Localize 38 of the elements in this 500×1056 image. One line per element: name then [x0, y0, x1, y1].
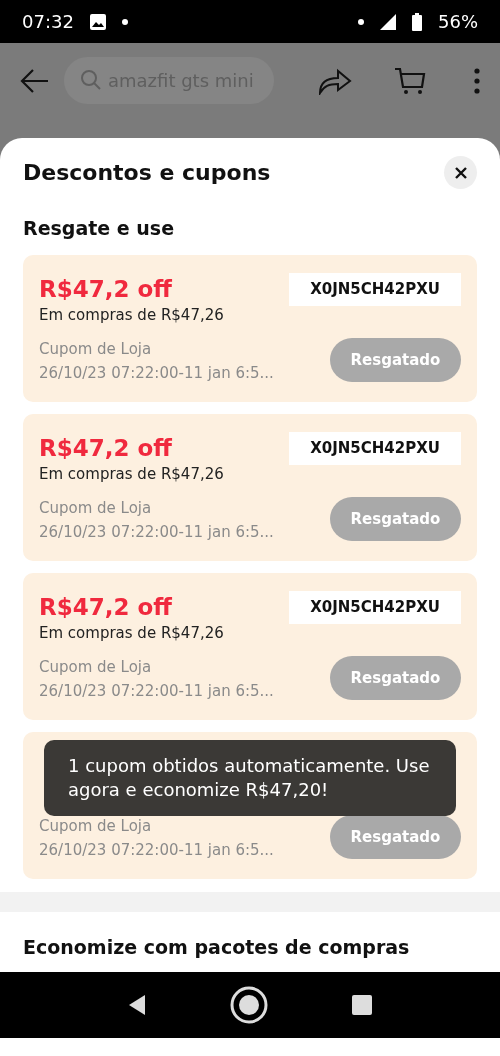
- coupon-type: Cupom de Loja: [39, 340, 153, 358]
- coupon-type: Cupom de Loja: [39, 658, 153, 676]
- battery-percentage: 56%: [438, 11, 478, 32]
- coupon-discount: R$47,2 off: [39, 594, 172, 620]
- coupon-code: X0JN5CH42PXU: [289, 272, 461, 306]
- search-icon: [80, 69, 102, 91]
- sheet-title: Descontos e cupons: [23, 160, 271, 185]
- share-arrow-icon[interactable]: [318, 66, 352, 95]
- coupon-validity: 26/10/23 07:22:00-11 jan 6:5...: [39, 682, 274, 700]
- toast-message: 1 cupom obtidos automaticamente. Use agora e economize R$47,20!: [44, 740, 456, 816]
- battery-icon: [412, 12, 422, 31]
- back-arrow-icon[interactable]: [20, 67, 50, 94]
- status-time: 07:32: [22, 11, 74, 32]
- dot-icon: [358, 18, 364, 25]
- cart-icon[interactable]: [394, 66, 426, 95]
- coupon-validity: 26/10/23 07:22:00-11 jan 6:5...: [39, 523, 274, 541]
- coupon-discount: R$47,2 off: [39, 276, 172, 302]
- coupon-discount: R$47,2 off: [39, 435, 172, 461]
- home-icon[interactable]: [229, 985, 269, 1025]
- minimum-purchase: Em compras de R$47,26: [39, 306, 224, 324]
- back-icon[interactable]: [127, 994, 147, 1016]
- coupon-type: Cupom de Loja: [39, 817, 153, 835]
- image-icon: [89, 13, 106, 30]
- close-icon: [453, 165, 468, 180]
- coupon-validity: 26/10/23 07:22:00-11 jan 6:5...: [39, 364, 274, 382]
- coupon-type: Cupom de Loja: [39, 499, 153, 517]
- section-title: Resgate e use: [23, 217, 176, 239]
- minimum-purchase: Em compras de R$47,26: [39, 465, 224, 483]
- dot-icon: [121, 18, 128, 25]
- close-button[interactable]: [444, 156, 477, 189]
- coupon-code: X0JN5CH42PXU: [289, 431, 461, 465]
- signal-icon: [380, 13, 396, 30]
- more-options-icon[interactable]: [474, 67, 480, 94]
- minimum-purchase: Em compras de R$47,26: [39, 624, 224, 642]
- coupon-validity: 26/10/23 07:22:00-11 jan 6:5...: [39, 841, 274, 859]
- recents-icon[interactable]: [351, 994, 373, 1016]
- section-title: Economize com pacotes de compras: [23, 935, 411, 960]
- coupon-code: X0JN5CH42PXU: [289, 590, 461, 624]
